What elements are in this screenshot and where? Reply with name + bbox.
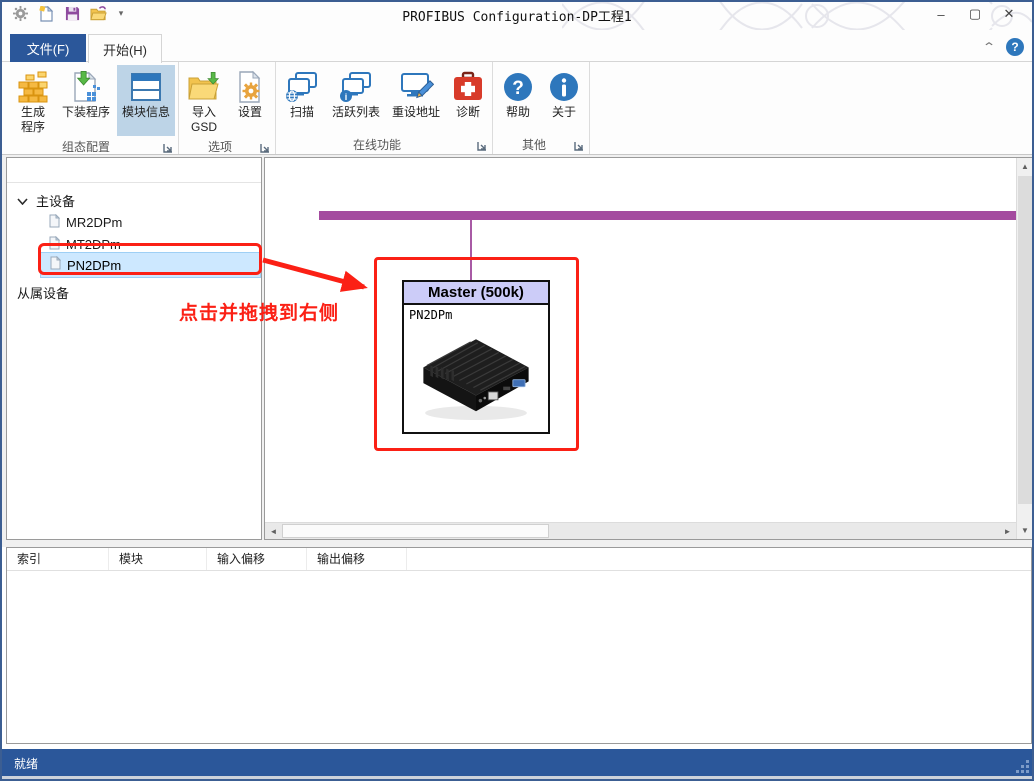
download-program-icon (69, 69, 103, 105)
tree-node-label: 从属设备 (17, 285, 70, 301)
reset-address-button[interactable]: 重设地址 (387, 65, 445, 134)
ribbon-group-other: ? 帮助 关于 其他 (493, 62, 591, 156)
annotation-drag-hint-text: 点击并拖拽到右侧 (179, 303, 340, 324)
app-window: ▾ PROFIBUS Configuration-DP工程1 – ▢ ✕ 文件(… (0, 0, 1034, 781)
canvas-horizontal-scrollbar[interactable]: ◄ ► (265, 522, 1016, 539)
device-tree-panel: 主设备 MR2DPm MT2DPm PN2DPm 从属设备 (6, 157, 262, 540)
group-label: 其他 (522, 138, 547, 152)
column-header-module[interactable]: 模块 (109, 548, 207, 570)
device-doc-icon (49, 213, 61, 231)
window-title: PROFIBUS Configuration-DP工程1 (402, 10, 632, 25)
tab-home[interactable]: 开始(H) (88, 34, 162, 63)
svg-text:?: ? (512, 78, 524, 99)
scroll-down-icon[interactable]: ▼ (1017, 522, 1032, 539)
scroll-left-icon[interactable]: ◄ (265, 523, 282, 539)
ribbon-help-button[interactable]: ? 帮助 (496, 65, 540, 134)
settings-icon (233, 69, 267, 105)
active-list-button[interactable]: i 活跃列表 (327, 65, 385, 134)
import-gsd-button[interactable]: 导入 GSD (182, 65, 226, 136)
horizontal-scroll-thumb[interactable] (282, 524, 549, 538)
maximize-button[interactable]: ▢ (958, 3, 992, 25)
chevron-down-icon[interactable] (17, 193, 28, 208)
collapse-ribbon-icon[interactable]: ⌃ (982, 40, 996, 54)
window-controls: – ▢ ✕ (924, 3, 1026, 25)
ribbon: 生成 程序 下装程序 模块信息 组态配置 导入 GSD 设置 选项 扫描 i 活… (2, 62, 1032, 155)
profibus-bus-bar (319, 211, 1017, 220)
generate-program-button[interactable]: 生成 程序 (11, 65, 55, 136)
button-label: 程序 (20, 120, 45, 134)
settings-button[interactable]: 设置 (228, 65, 272, 136)
module-offset-table: 索引 模块 输入偏移 输出偏移 (6, 547, 1032, 744)
button-label: 导入 (192, 105, 217, 119)
diagnosis-button[interactable]: 诊断 (447, 65, 489, 134)
column-header-input-offset[interactable]: 输入偏移 (207, 548, 307, 570)
button-label: 诊断 (456, 105, 481, 119)
column-header-index[interactable]: 索引 (7, 548, 109, 570)
group-label: 在线功能 (353, 138, 402, 152)
button-label: GSD (191, 120, 218, 134)
minimize-button[interactable]: – (924, 3, 958, 25)
help-question-icon: ? (501, 69, 535, 105)
dialog-launcher-icon[interactable] (574, 138, 584, 156)
scan-button[interactable]: 扫描 (279, 65, 325, 134)
help-icon[interactable]: ? (1006, 38, 1024, 56)
scroll-right-icon[interactable]: ► (999, 523, 1016, 539)
button-label: 模块信息 (122, 105, 171, 119)
tree-node-label: 主设备 (36, 193, 76, 209)
reset-address-icon (398, 69, 435, 105)
import-gsd-icon (187, 69, 221, 105)
ribbon-tab-row: 文件(F) 开始(H) ⌃ ? (2, 30, 1032, 63)
canvas-vertical-scrollbar[interactable]: ▲ ▼ (1016, 158, 1032, 539)
tree-top-strip (7, 158, 261, 183)
module-info-button[interactable]: 模块信息 (117, 65, 176, 136)
svg-text:i: i (345, 92, 348, 102)
button-label: 活跃列表 (332, 105, 381, 119)
main-area: 主设备 MR2DPm MT2DPm PN2DPm 从属设备 Master (50… (2, 155, 1032, 542)
about-button[interactable]: 关于 (542, 65, 586, 134)
ribbon-group-options: 导入 GSD 设置 选项 (179, 62, 277, 154)
window-bottom-edge (2, 776, 1032, 779)
button-label: 生成 (20, 105, 45, 119)
tree-node-slave-root[interactable]: 从属设备 (17, 281, 69, 303)
active-list-icon: i (338, 69, 374, 105)
ribbon-group-online: 扫描 i 活跃列表 重设地址 诊断 在线功能 (276, 62, 494, 156)
tree-node-mr2dpm[interactable]: MR2DPm (49, 211, 122, 233)
bricks-icon (16, 69, 50, 105)
scan-icon (284, 69, 320, 105)
resize-grip[interactable] (1016, 760, 1029, 773)
status-text: 就绪 (14, 757, 39, 771)
status-bar: 就绪 (2, 749, 1032, 776)
dialog-launcher-icon[interactable] (477, 138, 487, 156)
scroll-up-icon[interactable]: ▲ (1017, 158, 1032, 175)
button-label: 下装程序 (62, 105, 111, 119)
download-program-button[interactable]: 下装程序 (57, 65, 115, 136)
tree-node-label: MR2DPm (66, 214, 123, 230)
diagnosis-first-aid-icon (452, 69, 484, 105)
ribbon-group-config: 生成 程序 下装程序 模块信息 组态配置 (8, 62, 180, 154)
column-header-output-offset[interactable]: 输出偏移 (307, 548, 407, 570)
button-label: 重设地址 (392, 105, 441, 119)
button-label: 扫描 (290, 105, 315, 119)
annotation-box-master-device (374, 257, 579, 451)
group-label: 组态配置 (62, 140, 111, 154)
about-info-icon (547, 69, 581, 105)
title-bar: ▾ PROFIBUS Configuration-DP工程1 – ▢ ✕ (2, 2, 1032, 30)
group-label: 选项 (208, 140, 233, 154)
close-button[interactable]: ✕ (992, 3, 1026, 25)
tab-file[interactable]: 文件(F) (10, 34, 86, 62)
button-label: 关于 (552, 105, 577, 119)
button-label: 设置 (238, 105, 263, 119)
button-label: 帮助 (506, 105, 531, 119)
vertical-scroll-thumb[interactable] (1018, 176, 1032, 504)
module-info-icon (129, 69, 163, 105)
annotation-box-tree-item (38, 243, 262, 275)
tree-node-master-root[interactable]: 主设备 (17, 189, 75, 211)
table-header-row: 索引 模块 输入偏移 输出偏移 (7, 548, 1031, 571)
